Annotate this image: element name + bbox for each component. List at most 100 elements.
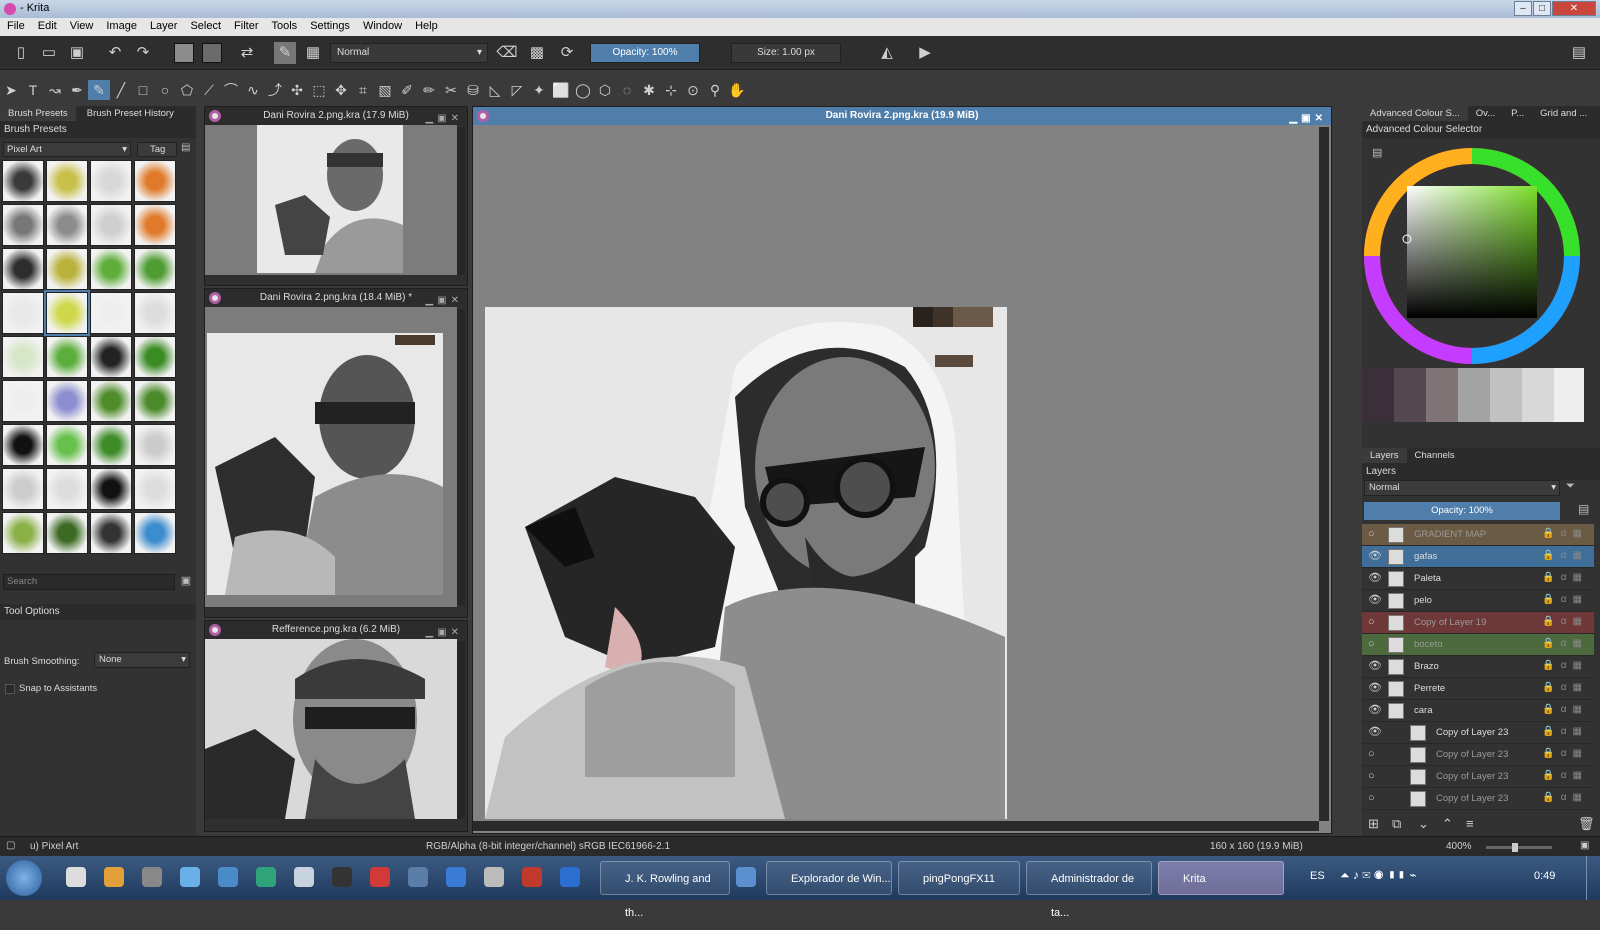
menu-edit[interactable]: Edit <box>31 18 63 32</box>
layer-row[interactable]: ○ Copy of Layer 23 🔒α▦ <box>1362 766 1594 788</box>
brush-preset-thumbnail[interactable] <box>90 380 132 422</box>
document-1-canvas[interactable] <box>205 125 457 275</box>
taskbar-pinned-icon[interactable] <box>142 867 162 887</box>
menu-settings[interactable]: Settings <box>303 18 356 32</box>
taskbar-pinned-icon[interactable] <box>66 867 86 887</box>
brush-preset-thumbnail[interactable] <box>90 292 132 334</box>
menu-select[interactable]: Select <box>183 18 227 32</box>
brush-preset-thumbnail[interactable] <box>2 336 44 378</box>
text-tool-icon[interactable]: T <box>22 80 44 100</box>
edit-shapes-icon[interactable]: ↝ <box>44 80 66 100</box>
layer-options-icon[interactable]: ▤ <box>1578 502 1589 516</box>
move-layer-up-icon[interactable]: ⌃ <box>1442 816 1453 832</box>
brush-smoothing-select[interactable]: None ▾ <box>94 652 190 668</box>
contiguous-select-icon[interactable]: ✱ <box>638 80 660 100</box>
layer-properties-icon[interactable]: ≡ <box>1466 816 1474 831</box>
layer-flags-icon[interactable]: 🔒α▦ <box>1542 682 1588 693</box>
save-icon[interactable]: ▣ <box>66 42 88 64</box>
taskbar-pinned-icon[interactable] <box>256 867 276 887</box>
tag-select[interactable]: Tag <box>137 142 177 157</box>
menu-image[interactable]: Image <box>99 18 143 32</box>
menu-view[interactable]: View <box>63 18 100 32</box>
layer-row[interactable]: ○ Copy of Layer 23 🔒α▦ <box>1362 744 1594 766</box>
layer-row[interactable]: 👁 gafas 🔒α▦ <box>1362 546 1594 568</box>
brush-preset-thumbnail[interactable] <box>2 468 44 510</box>
layer-row[interactable]: ○ boceto 🔒α▦ <box>1362 634 1594 656</box>
layer-flags-icon[interactable]: 🔒α▦ <box>1542 638 1588 649</box>
visibility-eye-icon[interactable]: ○ <box>1368 616 1380 628</box>
brush-preset-thumbnail[interactable] <box>134 336 176 378</box>
menu-window[interactable]: Window <box>356 18 408 32</box>
tab-brush-preset-history[interactable]: Brush Preset History <box>79 106 182 121</box>
polyline-tool-icon[interactable]: ⟋ <box>198 80 220 100</box>
pattern-icon[interactable]: ▦ <box>302 42 324 64</box>
document-window-1[interactable]: Dani Rovira 2.png.kra (17.9 MiB) ▁▣✕ <box>204 106 468 286</box>
duplicate-layer-icon[interactable]: ⧉ <box>1392 816 1401 832</box>
task-item-pingpong[interactable]: pingPongFX11 <box>898 861 1020 895</box>
rect-select-icon[interactable]: ⬜ <box>550 80 572 100</box>
layer-flags-icon[interactable]: 🔒α▦ <box>1542 792 1588 803</box>
fill-tool-icon[interactable]: ⛁ <box>462 80 484 100</box>
workspace-icon[interactable]: ▤ <box>1568 42 1590 64</box>
layer-flags-icon[interactable]: 🔒α▦ <box>1542 528 1588 539</box>
visibility-eye-icon[interactable]: ○ <box>1368 792 1380 804</box>
dynamic-brush-icon[interactable]: ⤴ <box>264 80 286 100</box>
visibility-eye-icon[interactable]: 👁 <box>1368 594 1382 606</box>
preset-search-input[interactable]: Search <box>3 574 175 590</box>
filter-icon[interactable]: ⏷ <box>1566 480 1575 493</box>
minimize-button[interactable]: – <box>1514 1 1532 16</box>
menu-filter[interactable]: Filter <box>227 18 264 32</box>
move-tool-icon[interactable]: ✥ <box>330 80 352 100</box>
layer-flags-icon[interactable]: 🔒α▦ <box>1542 594 1588 605</box>
brush-preset-thumbnail[interactable] <box>2 512 44 554</box>
colorize-mask-icon[interactable]: ✏ <box>418 80 440 100</box>
tab-brush-presets[interactable]: Brush Presets <box>0 106 76 121</box>
brush-preset-thumbnail[interactable] <box>46 380 88 422</box>
redo-icon[interactable]: ↷ <box>132 42 154 64</box>
document-3-vscrollbar[interactable] <box>457 641 465 819</box>
brush-preset-thumbnail[interactable] <box>90 424 132 466</box>
task-item-krita[interactable]: Krita <box>1158 861 1284 895</box>
visibility-eye-icon[interactable]: 👁 <box>1368 682 1382 694</box>
similar-select-icon[interactable]: ⊹ <box>660 80 682 100</box>
document-window-3[interactable]: Refference.png.kra (6.2 MiB) ▁▣✕ <box>204 620 468 832</box>
document-3-canvas[interactable] <box>205 639 457 819</box>
task-item-task-manager[interactable]: Administrador de ta... <box>1026 861 1152 919</box>
taskbar-pinned-icon[interactable] <box>446 867 466 887</box>
visibility-eye-icon[interactable]: 👁 <box>1368 572 1382 584</box>
taskbar-pinned-icon[interactable] <box>218 867 238 887</box>
taskbar-pinned-icon[interactable] <box>484 867 504 887</box>
brush-preset-thumbnail[interactable] <box>134 380 176 422</box>
visibility-eye-icon[interactable]: 👁 <box>1368 704 1382 716</box>
bezier-tool-icon[interactable]: ⌒ <box>220 80 242 100</box>
doc-window-controls[interactable]: ▁▣✕ <box>1289 110 1327 128</box>
reference-images-icon[interactable]: ✦ <box>528 80 550 100</box>
colour-wheel[interactable] <box>1362 144 1600 366</box>
brush-preset-thumbnail[interactable] <box>2 204 44 246</box>
language-indicator[interactable]: ES <box>1310 870 1325 882</box>
smart-patch-icon[interactable]: ✂ <box>440 80 462 100</box>
new-document-icon[interactable]: ▯ <box>10 42 32 64</box>
visibility-eye-icon[interactable]: 👁 <box>1368 726 1382 738</box>
preset-menu-icon[interactable]: ▤ <box>181 142 195 157</box>
delete-layer-icon[interactable]: 🗑 <box>1578 816 1595 832</box>
brush-preset-thumbnail[interactable] <box>90 468 132 510</box>
brush-preset-thumbnail[interactable] <box>2 160 44 202</box>
start-button[interactable] <box>6 860 42 896</box>
layer-flags-icon[interactable]: 🔒α▦ <box>1542 726 1588 737</box>
document-2-canvas[interactable] <box>205 307 457 607</box>
layer-flags-icon[interactable]: 🔒α▦ <box>1542 660 1588 671</box>
brush-preset-thumbnail[interactable] <box>90 336 132 378</box>
layer-row[interactable]: 👁 pelo 🔒α▦ <box>1362 590 1594 612</box>
menu-file[interactable]: File <box>0 18 31 32</box>
tab-overview[interactable]: Ov... <box>1468 106 1503 121</box>
brush-preset-icon[interactable]: ✎ <box>274 42 296 64</box>
layer-flags-icon[interactable]: 🔒α▦ <box>1542 704 1588 715</box>
brush-preset-thumbnail[interactable] <box>2 424 44 466</box>
select-shapes-icon[interactable]: ➤ <box>0 80 22 100</box>
layer-row[interactable]: ○ GRADIENT MAP 🔒α▦ <box>1362 524 1594 546</box>
show-desktop-button[interactable] <box>1586 856 1600 900</box>
blend-mode-select[interactable]: Normal ▾ <box>330 43 488 63</box>
visibility-eye-icon[interactable]: ○ <box>1368 528 1380 540</box>
menu-help[interactable]: Help <box>408 18 444 32</box>
